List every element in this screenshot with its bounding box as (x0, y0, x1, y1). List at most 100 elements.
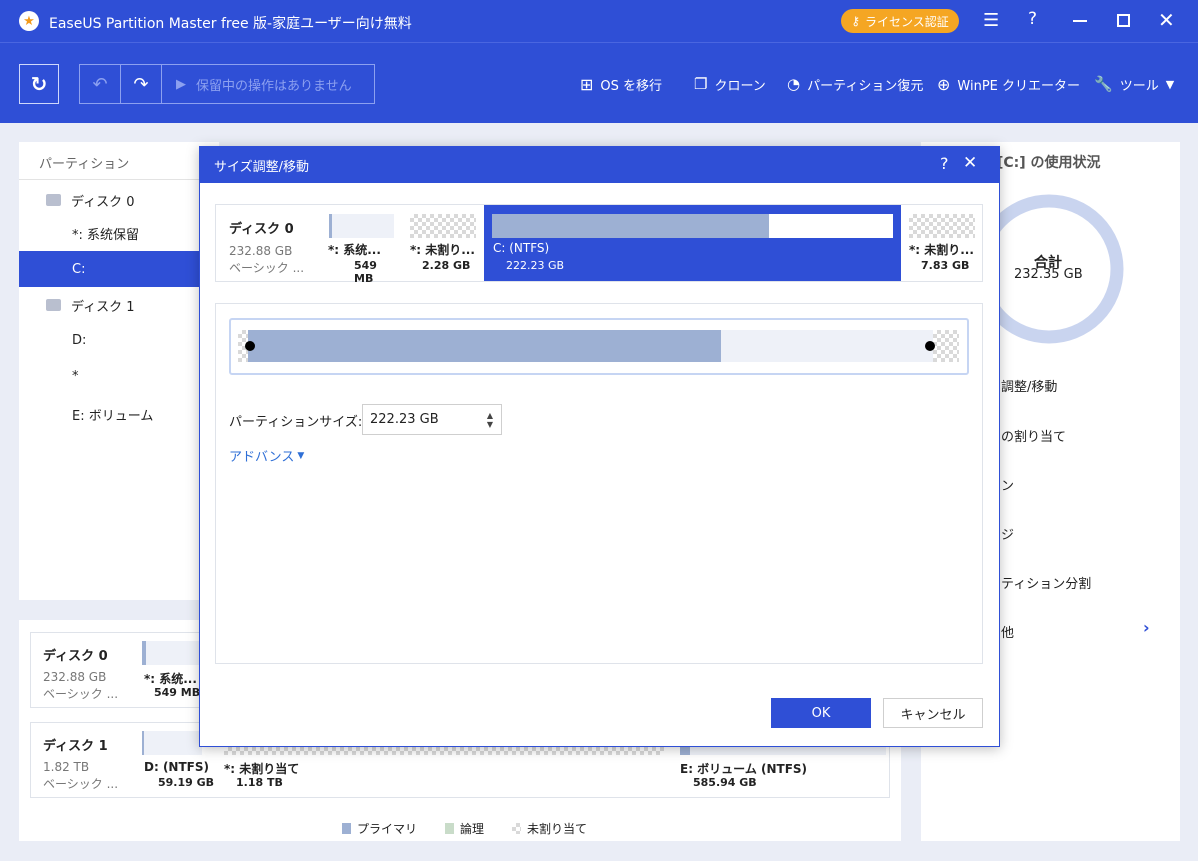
segment-system-reserved[interactable]: *: 系统... 549 MB (326, 205, 396, 285)
disk1-part-e-size: 585.94 GB (693, 776, 757, 789)
segment-c-ntfs[interactable]: C: (NTFS) 222.23 GB (484, 205, 901, 281)
tree-item-e[interactable]: E: ボリューム (72, 405, 153, 424)
disk1-part-unalloc-size: 1.18 TB (236, 776, 283, 789)
disk0-part-size: 549 MB (154, 686, 201, 699)
redo-icon: ↷ (133, 73, 149, 95)
partition-bar (142, 641, 202, 665)
tools-button[interactable]: 🔧 ツール ▼ (1094, 64, 1174, 104)
ok-button[interactable]: OK (771, 698, 871, 728)
partition-tree-header: パーティション (39, 157, 130, 172)
action-split-partition[interactable]: ティション分割 (1001, 573, 1091, 592)
dialog-disk-name: ディスク 0 (229, 222, 294, 237)
dialog-disk-type: ベーシック ... (229, 261, 305, 275)
windows-icon: ⊞ (580, 74, 594, 94)
cancel-button[interactable]: キャンセル (883, 698, 983, 728)
tree-item-c[interactable]: C: (19, 251, 219, 287)
disk1-type: ベーシック ... (43, 777, 119, 791)
disk0-type: ベーシック ... (43, 687, 119, 701)
disk1-part-d-size: 59.19 GB (158, 776, 215, 789)
refresh-button[interactable]: ↻ (19, 64, 59, 104)
disk0-size: 232.88 GB (43, 670, 107, 684)
tree-item-d[interactable]: D: (72, 333, 86, 348)
action-resize-move[interactable]: 調整/移動 (1001, 376, 1057, 395)
disk1-part-e-name: E: ボリューム (NTFS) (680, 762, 808, 776)
migrate-os-button[interactable]: ⊞ OS を移行 (580, 64, 662, 104)
close-icon[interactable]: ✕ (963, 153, 977, 173)
action-item-3[interactable]: ン (1001, 475, 1014, 494)
wrench-icon: 🔧 (1094, 75, 1113, 93)
partition-size-label: パーティションサイズ: (229, 415, 363, 430)
toolbar: ↻ ↶ ↷ ▶ 保留中の操作はありません ⊞ OS を移行 ❐ クローン ◔ パ… (0, 42, 1198, 123)
chevron-down-icon: ▼ (1165, 77, 1175, 91)
winpe-creator-button[interactable]: ⊕ WinPE クリエーター (937, 64, 1080, 104)
tree-item-disk0[interactable]: ディスク 0 (19, 182, 219, 218)
clone-icon: ❐ (694, 75, 708, 93)
resize-slider[interactable] (229, 318, 969, 375)
app-logo-icon: ★ (19, 11, 39, 31)
disk0-part-name: *: 系统... (144, 672, 197, 686)
legend-swatch-unallocated (512, 823, 522, 834)
pending-operations-button[interactable]: ▶ 保留中の操作はありません (161, 64, 375, 104)
app-title: EaseUS Partition Master free 版-家庭ユーザー向け無… (49, 16, 412, 32)
help-icon[interactable]: ? (940, 154, 949, 173)
action-allocate-space[interactable]: の割り当て (1001, 426, 1066, 445)
maximize-icon[interactable] (1117, 14, 1130, 27)
advanced-toggle[interactable]: アドバンス ▼ (229, 446, 304, 465)
resize-bar-track (248, 330, 933, 362)
segment-c-used-fill (492, 214, 769, 238)
partition-tree-panel: パーティション ディスク 0 *: 系统保留 C: ディスク 1 D: * E:… (19, 142, 219, 600)
segment-unallocated-right[interactable]: *: 未割り... 7.83 GB (906, 205, 978, 281)
usage-title: [C:] の使用状況 (997, 155, 1101, 171)
tree-item-system-reserved[interactable]: *: 系统保留 (72, 224, 139, 243)
legend-primary: プライマリ (357, 822, 418, 836)
tree-item-disk1[interactable]: ディスク 1 (19, 287, 219, 323)
chevron-right-icon[interactable]: › (1143, 618, 1150, 637)
dialog-disk-size: 232.88 GB (229, 244, 293, 258)
refresh-icon: ↻ (30, 72, 48, 96)
disk-icon (46, 194, 61, 206)
disk1-part-unalloc-name: *: 未割り当て (224, 762, 300, 776)
disk-icon (46, 299, 61, 311)
plus-circle-icon: ⊕ (937, 74, 951, 94)
undo-button[interactable]: ↶ (79, 64, 121, 104)
chevron-down-icon: ▼ (297, 450, 305, 461)
usage-total-value: 232.35 GB (1014, 267, 1083, 282)
minimize-icon[interactable] (1073, 20, 1087, 22)
undo-icon: ↶ (92, 73, 108, 95)
segment-c-bar (492, 214, 893, 238)
dialog-header: サイズ調整/移動 ? ✕ (200, 147, 999, 183)
legend: プライマリ 論理 未割り当て (342, 820, 587, 837)
resize-move-dialog: サイズ調整/移動 ? ✕ ディスク 0 232.88 GB ベーシック ... … (199, 146, 1000, 747)
menu-icon[interactable]: ☰ (983, 10, 999, 31)
legend-logical: 論理 (460, 822, 485, 836)
tree-item-unallocated[interactable]: * (72, 369, 79, 384)
spinner-icon[interactable]: ▲ ▼ (487, 411, 493, 429)
legend-swatch-primary (342, 823, 351, 834)
left-resize-handle[interactable] (245, 341, 255, 351)
key-icon: ⚷ (851, 14, 861, 28)
partition-recovery-button[interactable]: ◔ パーティション復元 (787, 64, 923, 104)
partition-size-input[interactable]: 222.23 GB ▲ ▼ (362, 404, 502, 435)
partition-bar (142, 731, 202, 755)
license-button[interactable]: ⚷ ライセンス認証 (841, 9, 959, 33)
disk1-part-d-name: D: (NTFS) (144, 760, 209, 774)
disk0-name: ディスク 0 (43, 649, 108, 664)
segment-unallocated-left[interactable]: *: 未割り... 2.28 GB (408, 205, 478, 281)
clone-button[interactable]: ❐ クローン (694, 64, 766, 104)
action-more[interactable]: 他 (1001, 622, 1014, 641)
play-icon: ▶ (176, 76, 186, 92)
disk-layout-strip: ディスク 0 232.88 GB ベーシック ... *: 系统... 549 … (215, 204, 983, 285)
right-resize-handle[interactable] (925, 341, 935, 351)
action-item-4[interactable]: ジ (1001, 524, 1014, 543)
pie-icon: ◔ (787, 75, 801, 93)
redo-button[interactable]: ↷ (120, 64, 162, 104)
help-icon[interactable]: ? (1028, 9, 1037, 29)
legend-swatch-logical (445, 823, 455, 834)
unallocated-bar (224, 747, 664, 755)
disk1-size: 1.82 TB (43, 760, 90, 774)
close-icon[interactable]: ✕ (1158, 8, 1175, 32)
title-bar: ★ EaseUS Partition Master free 版-家庭ユーザー向… (0, 0, 1198, 42)
resize-area: パーティションサイズ: 222.23 GB ▲ ▼ アドバンス ▼ (215, 303, 983, 664)
dialog-title: サイズ調整/移動 (214, 159, 309, 175)
disk1-name: ディスク 1 (43, 739, 108, 754)
